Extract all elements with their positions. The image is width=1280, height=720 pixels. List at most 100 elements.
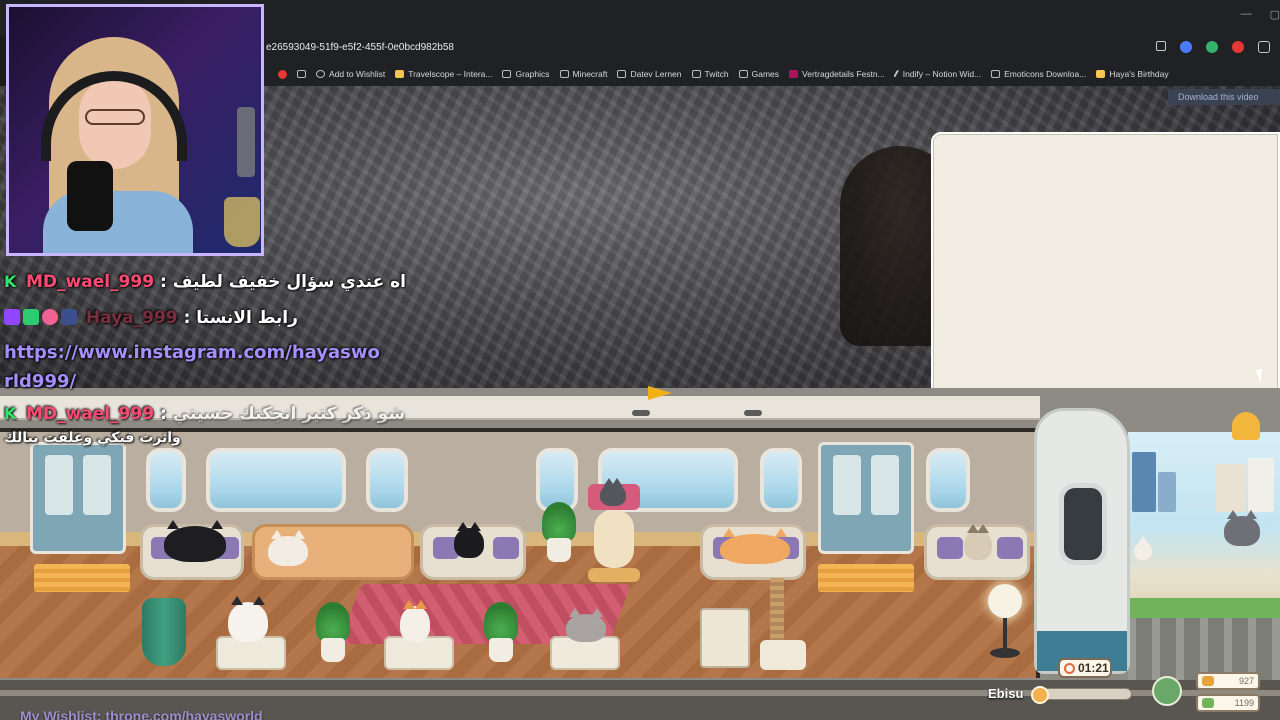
bookmark-travelscope[interactable]: Travelscope – Intera... [395, 69, 492, 79]
twitch-badge-icon [4, 309, 20, 325]
chat-message: K MD_wael_999 : اه عندي سؤال خفيف لطيف [4, 272, 406, 292]
bookmark-graphics[interactable]: Graphics [502, 69, 550, 79]
plant-leaves [542, 502, 576, 542]
bookmark-datev[interactable]: Datev Lernen [617, 69, 682, 79]
extension-blue-icon[interactable] [1180, 41, 1192, 53]
scratching-post[interactable] [770, 578, 784, 648]
bookmark-label: Indify – Notion Wid... [902, 69, 982, 79]
train-window [366, 448, 408, 512]
square-icon [297, 70, 306, 78]
potted-plant[interactable] [484, 602, 518, 662]
bookmark-indify[interactable]: Indify – Notion Wid... [892, 69, 982, 79]
lamp-stand [1003, 618, 1007, 652]
bookmark-twitch[interactable]: Twitch [691, 69, 729, 79]
bookmark-square[interactable] [297, 70, 306, 78]
folder-icon [617, 70, 627, 78]
cat-outside-gray[interactable] [1224, 510, 1260, 546]
plant-pot [547, 538, 571, 562]
cat-black[interactable] [164, 520, 226, 562]
wishlist-banner: My Wishlist: throne.com/hayasworld [20, 708, 263, 720]
floor-lamp[interactable] [986, 584, 1024, 664]
bookmark-label: Add to Wishlist [329, 69, 386, 79]
extension-red-icon[interactable] [1232, 41, 1244, 53]
bookmark-wishlist[interactable]: Add to Wishlist [316, 69, 385, 79]
shirt-shape [43, 191, 193, 253]
bookmark-pinterest[interactable] [278, 69, 287, 79]
kick-badge-icon: K [4, 404, 17, 423]
play-arrow-icon [648, 386, 672, 400]
roof-vent [632, 410, 650, 416]
extension-green-icon[interactable] [1206, 41, 1218, 53]
bookmark-vertragdetails[interactable]: Vertragdetails Festn... [789, 69, 885, 79]
lamp-foot [990, 648, 1020, 658]
stream-screen: — ▢ e26593049-51f9-e5f2-455f-0e0bcd982b5… [0, 0, 1280, 720]
grass-strip [1128, 598, 1280, 618]
cash-icon [1202, 698, 1214, 708]
cat-gray-tabby[interactable] [566, 608, 606, 642]
folder-icon [738, 70, 748, 78]
yellow-bench [34, 564, 130, 592]
bell-icon[interactable] [1232, 412, 1260, 440]
locomotive-front [1034, 408, 1130, 674]
potted-plant[interactable] [316, 602, 350, 662]
bookmark-label: Games [751, 69, 780, 79]
fish-coin-icon [1202, 676, 1214, 686]
pen-icon [892, 69, 901, 79]
lamp-shape [237, 107, 255, 177]
green-vase[interactable] [142, 598, 186, 666]
scratching-post-base [760, 640, 806, 670]
chat-link[interactable]: https://www.instagram.com/hayasworld999/ [4, 338, 384, 396]
bookmark-label: Travelscope – Intera... [408, 69, 493, 79]
cash-value: 1199 [1234, 698, 1254, 708]
chat-text: شو ذكر كتير انجكتك حسيتي [172, 404, 406, 424]
kick-badge-icon: K [4, 272, 17, 291]
folder-icon [691, 70, 701, 78]
folder-icon [559, 70, 569, 78]
fish-button[interactable] [1152, 676, 1182, 706]
bookmarks-bar: Add to Wishlist Travelscope – Intera... … [262, 62, 1280, 86]
cat-orange-white[interactable] [400, 600, 430, 642]
small-shelf[interactable] [700, 608, 750, 668]
cash-counter: 1199 [1196, 694, 1260, 712]
window-controls: — ▢ [1241, 8, 1280, 21]
travelscope-icon [395, 70, 405, 78]
address-bar[interactable]: e26593049-51f9-e5f2-455f-0e0bcd982b58 [262, 36, 1280, 62]
bookmark-label: Graphics [515, 69, 550, 79]
maximize-icon[interactable]: ▢ [1270, 8, 1280, 21]
cat-calico-sofa[interactable] [268, 530, 308, 566]
url-text[interactable]: e26593049-51f9-e5f2-455f-0e0bcd982b58 [266, 42, 454, 53]
plant-pot [321, 638, 345, 662]
timer-value: 01:21 [1078, 661, 1109, 675]
cat-outside-calico[interactable] [1134, 536, 1152, 560]
chat-separator: : [183, 308, 191, 328]
cat-orange-sleeping[interactable] [720, 528, 790, 564]
train-window [926, 448, 970, 512]
minimize-icon[interactable]: — [1241, 8, 1252, 21]
download-video-button[interactable]: Download this video [1168, 89, 1280, 105]
cushion-shape [493, 537, 519, 559]
bookmark-minecraft[interactable]: Minecraft [559, 69, 607, 79]
route-progress-knob [1031, 686, 1049, 704]
cat-tower-base [588, 568, 640, 582]
cushion-shape [997, 537, 1023, 559]
cat-gray-on-tower[interactable] [600, 478, 626, 506]
puzzle-icon[interactable] [1258, 41, 1270, 53]
bookmark-emoticons[interactable]: Emoticons Downloa... [991, 69, 1086, 79]
cushion-shape [937, 537, 963, 559]
potted-plant[interactable] [542, 502, 576, 562]
emote-badge-icon [42, 309, 58, 325]
vertrag-icon [789, 70, 799, 78]
building-shape [1248, 458, 1274, 512]
yellow-bench [818, 564, 914, 592]
cat-siamese[interactable] [964, 524, 992, 560]
chat-separator: : [159, 272, 167, 292]
cat-white-black[interactable] [228, 596, 268, 642]
bookmark-label: Twitch [704, 69, 729, 79]
cat-tuxedo[interactable] [454, 522, 484, 558]
lamp-bulb [988, 584, 1022, 618]
cake-icon [1096, 70, 1106, 78]
bookmark-label: Datev Lernen [630, 69, 682, 79]
bookmark-birthday[interactable]: Haya's Birthday [1096, 69, 1169, 79]
bookmark-games[interactable]: Games [738, 69, 780, 79]
star-icon[interactable] [1156, 41, 1166, 51]
